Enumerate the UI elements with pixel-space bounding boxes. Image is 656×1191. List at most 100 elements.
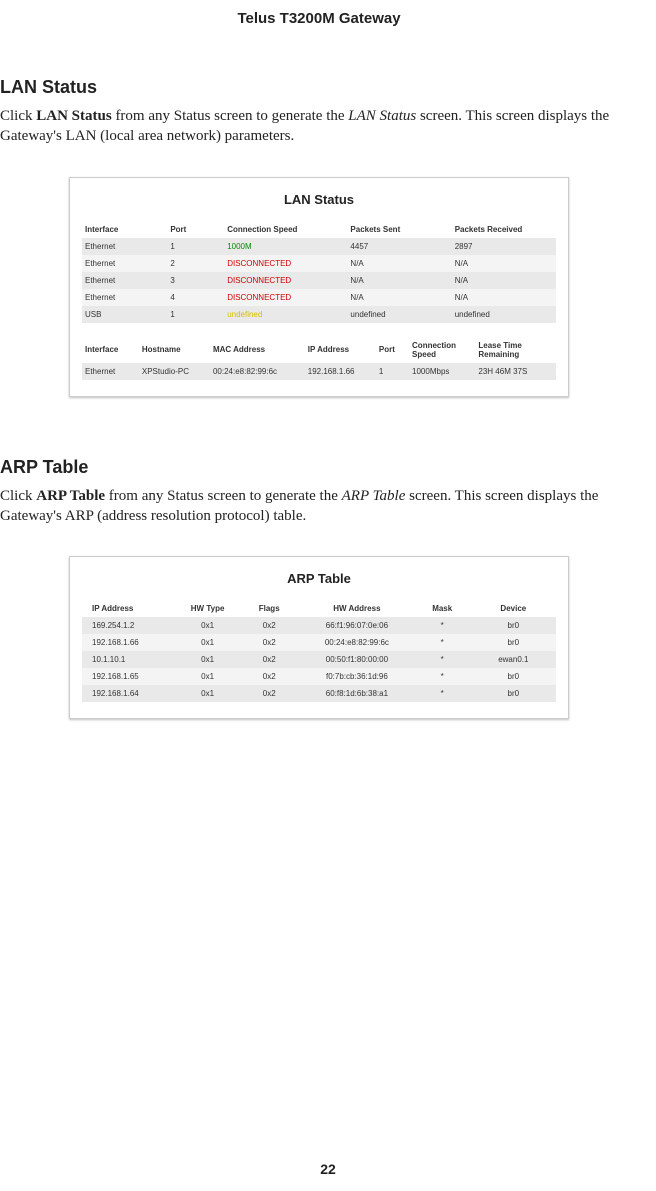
cell-device: ewan0.1 <box>471 651 556 668</box>
cell-lease: 23H 46M 37S <box>475 363 556 380</box>
cell-sent: 4457 <box>347 238 451 255</box>
lan-status-panel: LAN Status Interface Port Connection Spe… <box>69 177 569 397</box>
text-italic: ARP Table <box>342 488 406 504</box>
cell-flags: 0x2 <box>238 668 300 685</box>
cell-speed: undefined <box>224 306 347 323</box>
text-bold: LAN Status <box>36 108 111 124</box>
lan-status-paragraph: Click LAN Status from any Status screen … <box>0 106 638 147</box>
cell-device: br0 <box>471 617 556 634</box>
cell-speed: DISCONNECTED <box>224 255 347 272</box>
cell-flags: 0x2 <box>238 634 300 651</box>
text: from any Status screen to generate the <box>105 488 342 504</box>
cell-hwtype: 0x1 <box>177 617 239 634</box>
cell-flags: 0x2 <box>238 651 300 668</box>
col-ip: IP Address <box>82 600 177 617</box>
cell-recv: N/A <box>452 272 556 289</box>
col-ip: IP Address <box>305 337 376 363</box>
cell-recv: 2897 <box>452 238 556 255</box>
table-row: 169.254.1.20x10x266:f1:96:07:0e:06*br0 <box>82 617 556 634</box>
cell-sent: N/A <box>347 289 451 306</box>
cell-ip: 192.168.1.64 <box>82 685 177 702</box>
col-packets-sent: Packets Sent <box>347 221 451 238</box>
col-lease: Lease Time Remaining <box>475 337 556 363</box>
cell-hwaddr: f0:7b:cb:36:1d:96 <box>300 668 414 685</box>
lan-status-heading: LAN Status <box>0 77 638 98</box>
cell-mask: * <box>414 634 471 651</box>
document-header: Telus T3200M Gateway <box>0 10 638 27</box>
arp-table: IP Address HW Type Flags HW Address Mask… <box>82 600 556 702</box>
col-packets-recv: Packets Received <box>452 221 556 238</box>
arp-table-heading: ARP Table <box>0 457 638 478</box>
cell-interface: Ethernet <box>82 238 167 255</box>
cell-flags: 0x2 <box>238 617 300 634</box>
cell-ip: 10.1.10.1 <box>82 651 177 668</box>
cell-mask: * <box>414 685 471 702</box>
cell-hostname: XPStudio-PC <box>139 363 210 380</box>
col-flags: Flags <box>238 600 300 617</box>
lan-clients-table: Interface Hostname MAC Address IP Addres… <box>82 337 556 380</box>
cell-port: 3 <box>167 272 224 289</box>
col-device: Device <box>471 600 556 617</box>
col-mask: Mask <box>414 600 471 617</box>
cell-speed: DISCONNECTED <box>224 289 347 306</box>
cell-ip: 192.168.1.66 <box>82 634 177 651</box>
cell-speed: 1000M <box>224 238 347 255</box>
page-number: 22 <box>0 1161 656 1177</box>
cell-interface: USB <box>82 306 167 323</box>
cell-recv: N/A <box>452 289 556 306</box>
col-conn-speed: Connection Speed <box>224 221 347 238</box>
col-port: Port <box>167 221 224 238</box>
text-bold: ARP Table <box>36 488 105 504</box>
cell-ip: 192.168.1.66 <box>305 363 376 380</box>
cell-mask: * <box>414 617 471 634</box>
cell-hwaddr: 00:50:f1:80:00:00 <box>300 651 414 668</box>
cell-ip: 192.168.1.65 <box>82 668 177 685</box>
cell-flags: 0x2 <box>238 685 300 702</box>
col-hostname: Hostname <box>139 337 210 363</box>
table-row: USB1undefinedundefinedundefined <box>82 306 556 323</box>
cell-port: 1 <box>167 238 224 255</box>
text-italic: LAN Status <box>348 108 416 124</box>
col-interface: Interface <box>82 221 167 238</box>
cell-interface: Ethernet <box>82 272 167 289</box>
arp-table-panel: ARP Table IP Address HW Type Flags HW Ad… <box>69 556 569 719</box>
col-interface: Interface <box>82 337 139 363</box>
cell-sent: N/A <box>347 255 451 272</box>
table-row: Ethernet3DISCONNECTEDN/AN/A <box>82 272 556 289</box>
col-conn-speed: Connection Speed <box>409 337 475 363</box>
table-row: EthernetXPStudio-PC00:24:e8:82:99:6c192.… <box>82 363 556 380</box>
text: from any Status screen to generate the <box>112 108 349 124</box>
cell-port: 4 <box>167 289 224 306</box>
cell-device: br0 <box>471 668 556 685</box>
cell-mask: * <box>414 651 471 668</box>
arp-panel-title: ARP Table <box>82 571 556 586</box>
cell-hwtype: 0x1 <box>177 668 239 685</box>
cell-mask: * <box>414 668 471 685</box>
cell-sent: undefined <box>347 306 451 323</box>
col-hwaddr: HW Address <box>300 600 414 617</box>
cell-port: 1 <box>167 306 224 323</box>
cell-device: br0 <box>471 685 556 702</box>
cell-interface: Ethernet <box>82 289 167 306</box>
text: Click <box>0 488 36 504</box>
cell-sent: N/A <box>347 272 451 289</box>
cell-interface: Ethernet <box>82 255 167 272</box>
col-hwtype: HW Type <box>177 600 239 617</box>
table-row: Ethernet2DISCONNECTEDN/AN/A <box>82 255 556 272</box>
cell-port: 1 <box>376 363 409 380</box>
col-mac: MAC Address <box>210 337 305 363</box>
cell-device: br0 <box>471 634 556 651</box>
cell-recv: N/A <box>452 255 556 272</box>
cell-port: 2 <box>167 255 224 272</box>
col-port: Port <box>376 337 409 363</box>
cell-hwtype: 0x1 <box>177 685 239 702</box>
table-row: 192.168.1.660x10x200:24:e8:82:99:6c*br0 <box>82 634 556 651</box>
cell-hwaddr: 00:24:e8:82:99:6c <box>300 634 414 651</box>
cell-hwaddr: 66:f1:96:07:0e:06 <box>300 617 414 634</box>
cell-mac: 00:24:e8:82:99:6c <box>210 363 305 380</box>
table-row: Ethernet4DISCONNECTEDN/AN/A <box>82 289 556 306</box>
text: Click <box>0 108 36 124</box>
cell-hwtype: 0x1 <box>177 634 239 651</box>
table-row: 10.1.10.10x10x200:50:f1:80:00:00*ewan0.1 <box>82 651 556 668</box>
cell-hwaddr: 60:f8:1d:6b:38:a1 <box>300 685 414 702</box>
